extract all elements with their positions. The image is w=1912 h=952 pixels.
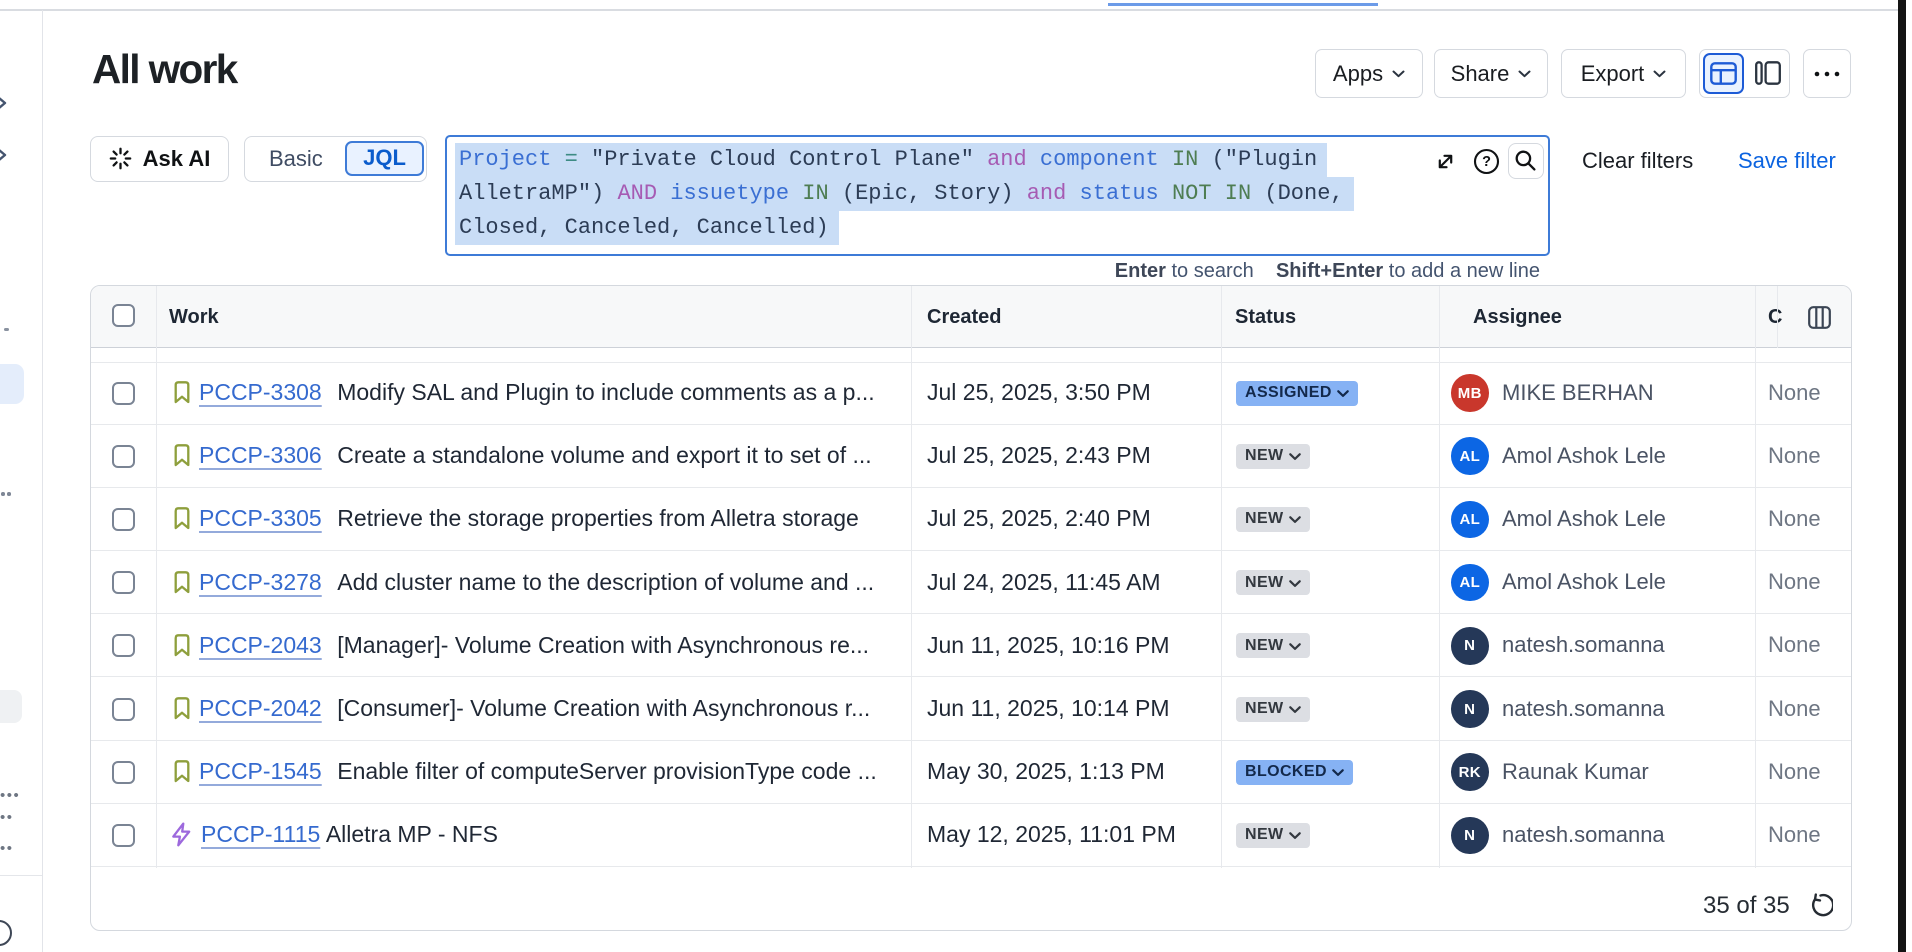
svg-text:?: ?	[1482, 154, 1491, 170]
